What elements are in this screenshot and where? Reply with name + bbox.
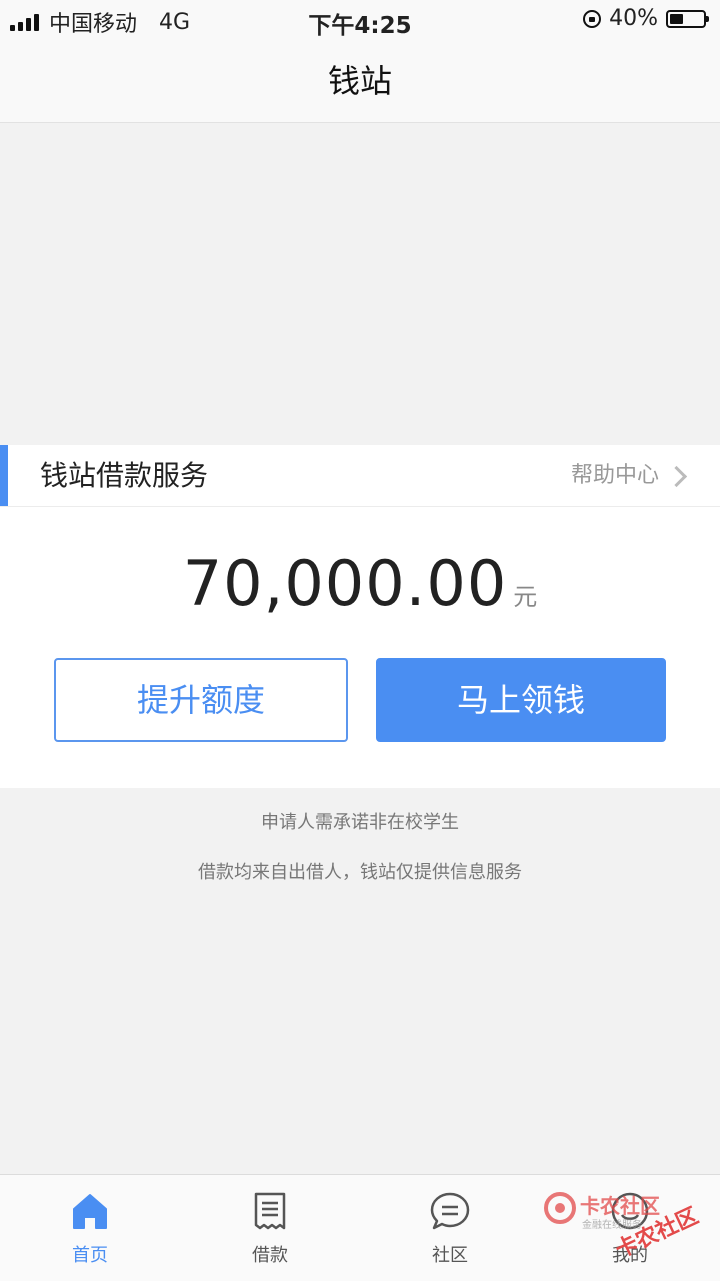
battery-percent: 40%	[609, 6, 658, 31]
battery-level	[670, 13, 683, 24]
watermark-logo: 卡农社区 金融在线服务 卡农社区	[544, 1192, 702, 1263]
service-accent-bar	[0, 445, 8, 506]
status-right: 40%	[583, 6, 709, 31]
tab-home-label: 首页	[72, 1245, 108, 1266]
amount-unit: 元	[513, 583, 538, 611]
tab-home[interactable]: 首页	[0, 1175, 180, 1281]
chevron-right-icon	[665, 465, 688, 488]
nav-bar: 钱站	[0, 40, 720, 123]
tab-community-label: 社区	[432, 1245, 468, 1266]
service-title: 钱站借款服务	[40, 459, 209, 492]
status-bar: 中国移动 4G 下午4:25 40%	[0, 0, 720, 40]
tab-loan[interactable]: 借款	[180, 1175, 360, 1281]
battery-icon	[666, 9, 709, 28]
help-center-label: 帮助中心	[570, 463, 659, 488]
help-center-link[interactable]: 帮助中心	[570, 445, 688, 506]
svg-text:金融在线服务: 金融在线服务	[582, 1218, 642, 1231]
tab-loan-label: 借款	[252, 1245, 288, 1266]
service-header: 钱站借款服务 帮助中心	[0, 445, 720, 507]
credit-amount: 70,000.00	[182, 547, 508, 620]
notice-student: 申请人需承诺非在校学生	[261, 812, 459, 833]
raise-limit-button[interactable]: 提升额度	[54, 658, 348, 742]
get-money-button[interactable]: 马上领钱	[376, 658, 666, 742]
amount-card: 70,000.00 元 提升额度 马上领钱	[0, 507, 720, 788]
amount-row: 70,000.00 元	[0, 547, 720, 620]
tab-community[interactable]: 社区	[360, 1175, 540, 1281]
chat-icon	[430, 1192, 470, 1230]
banner-area	[0, 123, 720, 445]
home-icon	[73, 1194, 107, 1229]
receipt-icon	[254, 1192, 286, 1230]
svg-text:卡农社区: 卡农社区	[580, 1194, 660, 1218]
notice-lender: 借款均来自出借人，钱站仅提供信息服务	[198, 862, 522, 883]
rotation-lock-icon	[583, 9, 602, 28]
page-title: 钱站	[327, 62, 392, 100]
notices: 申请人需承诺非在校学生 借款均来自出借人，钱站仅提供信息服务	[0, 808, 720, 908]
